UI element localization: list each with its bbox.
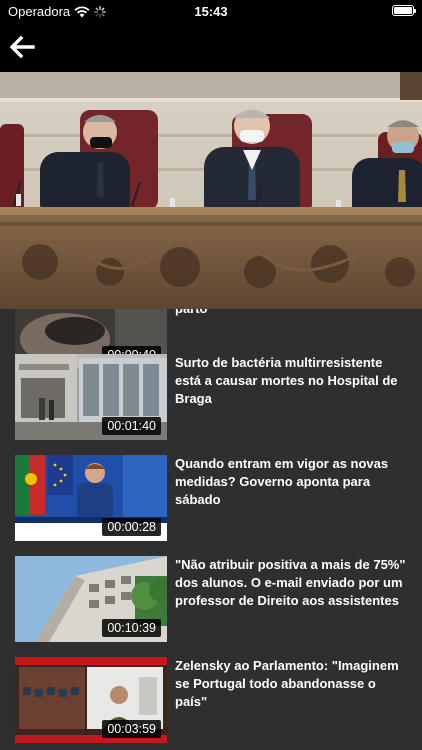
navigation-bar <box>0 22 422 72</box>
status-bar: Operadora 15:43 <box>0 0 422 22</box>
list-item[interactable]: 00:01:40 Surto de bactéria multirresiste… <box>0 354 422 444</box>
video-player[interactable] <box>0 72 422 309</box>
video-title: Quando entram em vigor as novas medidas?… <box>175 456 389 507</box>
video-thumbnail: 00:10:39 <box>15 556 167 642</box>
back-button[interactable] <box>8 34 38 60</box>
video-thumbnail: 00:01:40 <box>15 354 167 440</box>
video-thumbnail: 00:00:28 <box>15 455 167 541</box>
video-duration: 00:01:40 <box>102 417 161 435</box>
status-time: 15:43 <box>194 4 228 19</box>
video-list: 00:00:40 parto <box>0 309 422 750</box>
arrow-left-icon <box>9 35 35 59</box>
video-title: "Não atribuir positiva a mais de 75%" do… <box>175 557 406 608</box>
app-screen: Operadora 15:43 00:01:40 Surto de bactér… <box>0 0 422 750</box>
video-frame-image <box>0 72 422 309</box>
video-duration: 00:10:39 <box>102 619 161 637</box>
video-title: Zelensky ao Parlamento: "Imaginem se Por… <box>175 658 399 709</box>
video-title: Surto de bactéria multirresistente está … <box>175 355 398 406</box>
video-thumbnail: 00:03:59 <box>15 657 167 743</box>
list-item[interactable]: 00:03:59 Zelensky ao Parlamento: "Imagin… <box>0 657 422 747</box>
video-duration: 00:03:59 <box>102 720 161 738</box>
video-duration: 00:00:28 <box>102 518 161 536</box>
list-item[interactable]: 00:10:39 "Não atribuir positiva a mais d… <box>0 556 422 646</box>
video-title: parto <box>175 309 411 318</box>
battery-icon <box>392 5 416 16</box>
list-item[interactable]: 00:00:28 Quando entram em vigor as novas… <box>0 455 422 545</box>
